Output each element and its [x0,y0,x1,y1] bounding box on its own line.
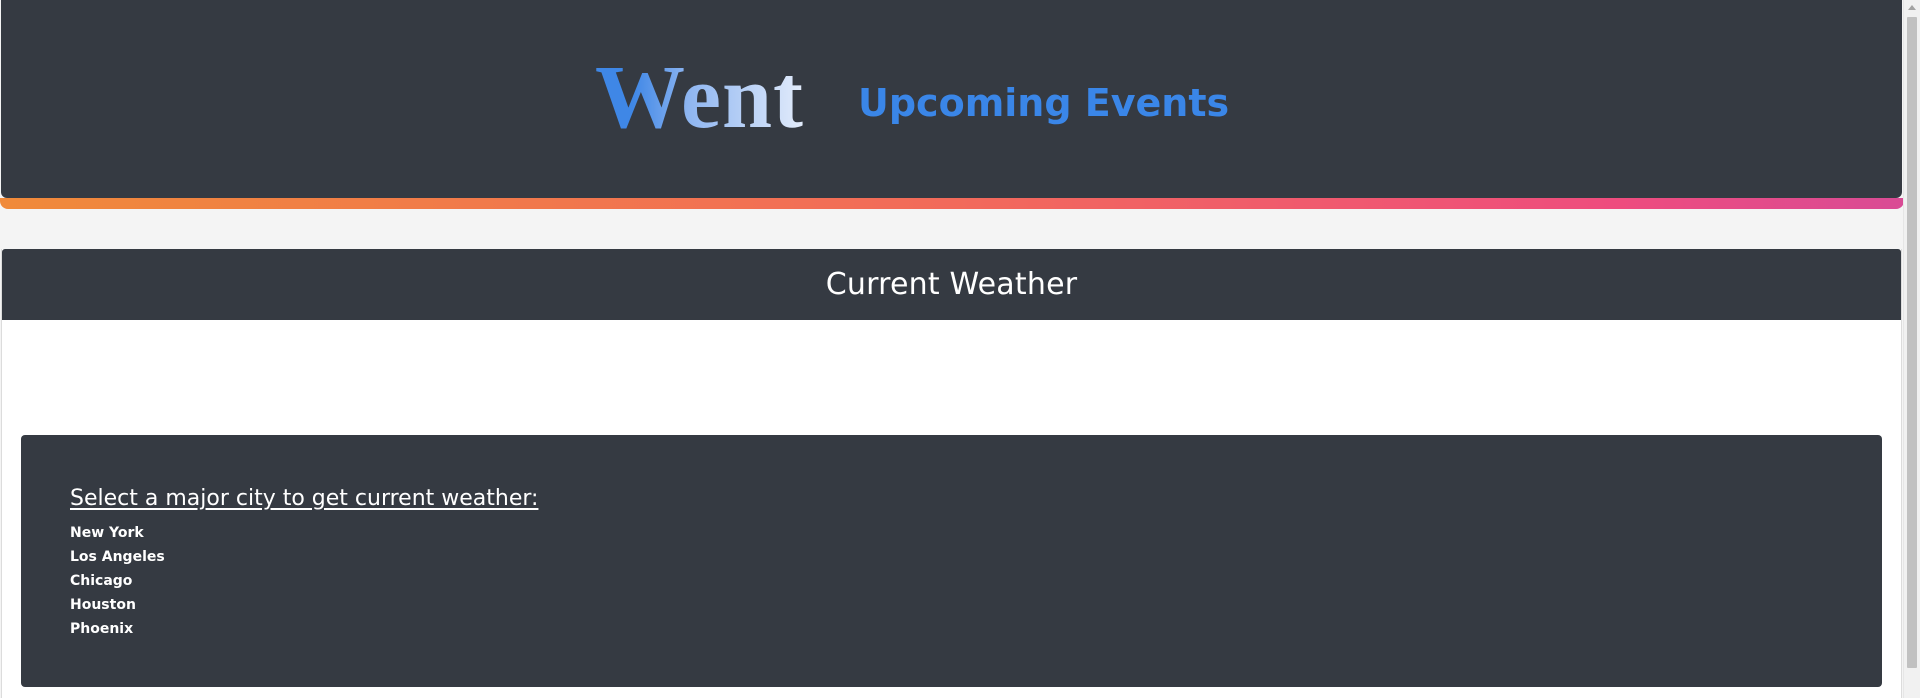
vertical-scrollbar[interactable] [1903,0,1920,698]
weather-title: Current Weather [825,267,1078,302]
city-item-houston[interactable]: Houston [70,593,165,617]
scrollbar-thumb[interactable] [1907,17,1917,668]
city-select-prompt: Select a major city to get current weath… [70,486,539,511]
city-list: New York Los Angeles Chicago Houston Pho… [70,521,165,641]
city-item-phoenix[interactable]: Phoenix [70,617,165,641]
weather-section: Current Weather Select a major city to g… [1,249,1902,698]
city-item-chicago[interactable]: Chicago [70,569,165,593]
header-accent-bar [0,198,1904,209]
upcoming-events-link[interactable]: Upcoming Events [858,78,1229,128]
scroll-up-arrow-icon[interactable] [1908,5,1916,10]
city-item-new-york[interactable]: New York [70,521,165,545]
site-header: Went Upcoming Events [1,0,1902,198]
city-item-los-angeles[interactable]: Los Angeles [70,545,165,569]
weather-header: Current Weather [2,249,1901,320]
city-panel: Select a major city to get current weath… [21,435,1882,687]
brand-logo[interactable]: Went [595,48,804,148]
